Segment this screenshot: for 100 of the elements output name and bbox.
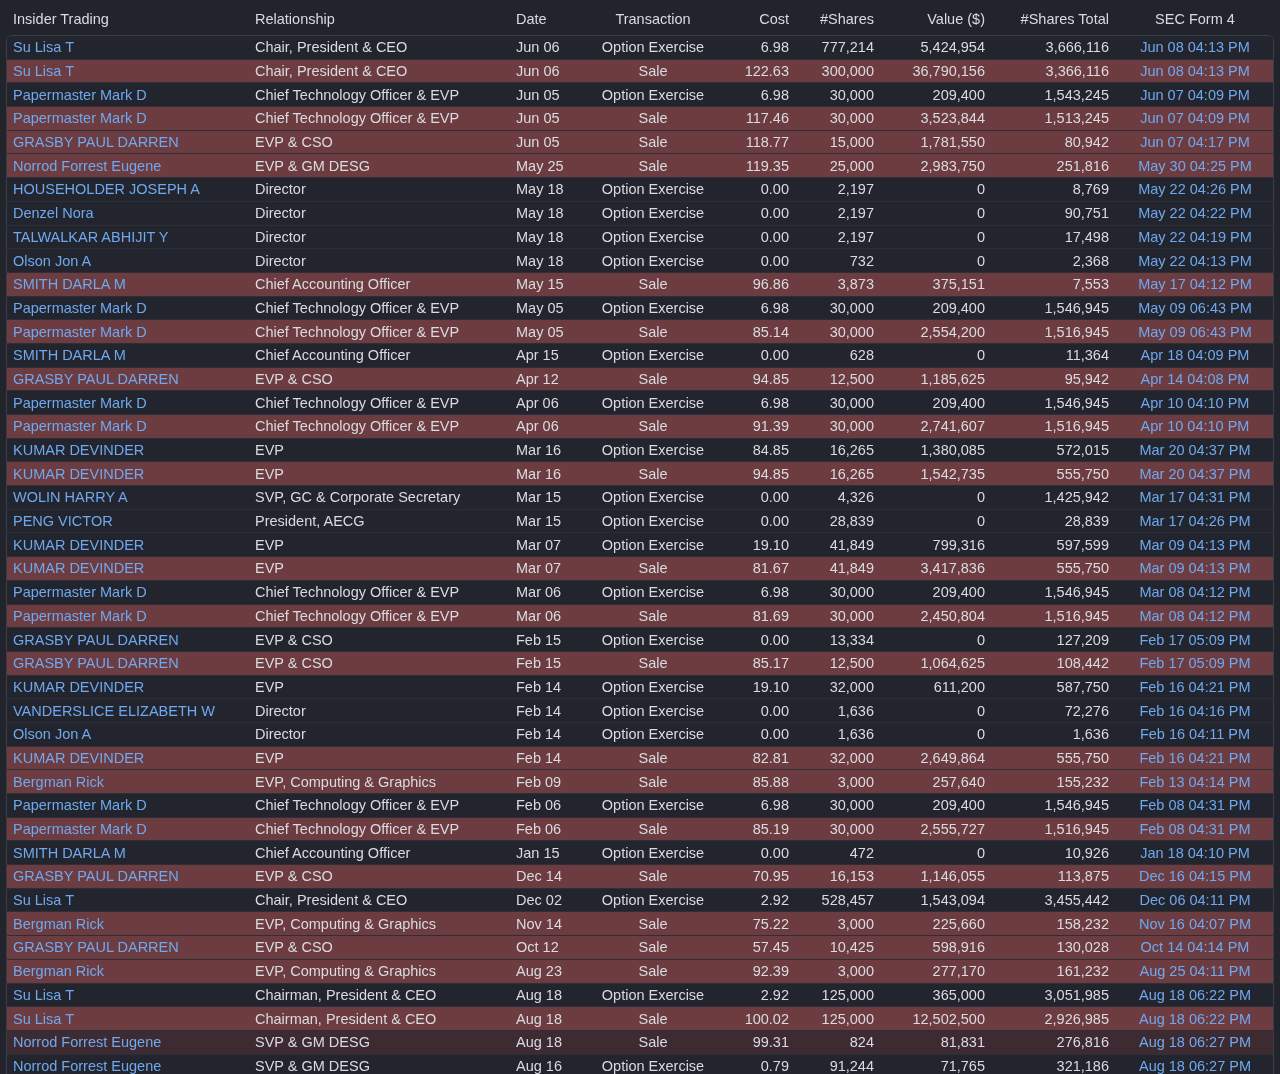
sec-form-link[interactable]: Feb 17 05:09 PM <box>1109 654 1267 673</box>
sec-form-link[interactable]: Dec 06 04:11 PM <box>1109 891 1267 910</box>
insider-link[interactable]: KUMAR DEVINDER <box>13 748 255 767</box>
insider-link[interactable]: GRASBY PAUL DARREN <box>13 133 255 152</box>
insider-link[interactable]: SMITH DARLA M <box>13 843 255 862</box>
date-cell-text: Jun 05 <box>516 109 561 128</box>
insider-link[interactable]: Papermaster Mark D <box>13 85 255 104</box>
insider-link[interactable]: Papermaster Mark D <box>13 322 255 341</box>
insider-link[interactable]: GRASBY PAUL DARREN <box>13 938 255 957</box>
insider-link[interactable]: Su Lisa T <box>13 62 255 81</box>
sec-form-link[interactable]: Apr 14 04:08 PM <box>1109 369 1267 388</box>
insider-link[interactable]: Norrod Forrest Eugene <box>13 1033 255 1052</box>
sec-form-link[interactable]: Feb 08 04:31 PM <box>1109 796 1267 815</box>
sec-form-link[interactable]: Aug 18 06:27 PM <box>1109 1033 1267 1052</box>
sec-form-link[interactable]: Jun 07 04:09 PM <box>1109 85 1267 104</box>
sec-form-link[interactable]: May 22 04:22 PM <box>1109 204 1267 223</box>
insider-link[interactable]: KUMAR DEVINDER <box>13 677 255 696</box>
sec-form-link[interactable]: Mar 09 04:13 PM <box>1109 535 1267 554</box>
sec-form-link[interactable]: Feb 16 04:11 PM <box>1109 725 1267 744</box>
insider-link[interactable]: WOLIN HARRY A <box>13 488 255 507</box>
shares-total-cell-text: 2,368 <box>1071 251 1109 270</box>
date-cell-text: May 15 <box>516 275 565 294</box>
insider-link[interactable]: SMITH DARLA M <box>13 275 255 294</box>
sec-form-link[interactable]: Mar 17 04:26 PM <box>1109 512 1267 531</box>
insider-link[interactable]: KUMAR DEVINDER <box>13 559 255 578</box>
sec-form-link[interactable]: Apr 18 04:09 PM <box>1109 346 1267 365</box>
sec-form-link[interactable]: Mar 09 04:13 PM <box>1109 559 1267 578</box>
insider-link[interactable]: GRASBY PAUL DARREN <box>13 867 255 886</box>
insider-link[interactable]: Norrod Forrest Eugene <box>13 156 255 175</box>
insider-link[interactable]: SMITH DARLA M <box>13 346 255 365</box>
sec-form-link[interactable]: May 09 06:43 PM <box>1109 298 1267 317</box>
insider-link[interactable]: Su Lisa T <box>13 1009 255 1028</box>
shares-total-cell-text: 95,942 <box>1063 369 1109 388</box>
sec-form-link[interactable]: May 22 04:13 PM <box>1109 251 1267 270</box>
sec-form-link[interactable]: May 17 04:12 PM <box>1109 275 1267 294</box>
sec-form-link[interactable]: Jan 18 04:10 PM <box>1109 843 1267 862</box>
date-cell-text: Aug 18 <box>516 1033 563 1052</box>
insider-link[interactable]: Papermaster Mark D <box>13 109 255 128</box>
sec-form-link[interactable]: Feb 16 04:21 PM <box>1109 748 1267 767</box>
insider-link[interactable]: TALWALKAR ABHIJIT Y <box>13 227 255 246</box>
sec-form-link[interactable]: Feb 16 04:21 PM <box>1109 677 1267 696</box>
insider-link[interactable]: Papermaster Mark D <box>13 417 255 436</box>
insider-link[interactable]: Olson Jon A <box>13 251 255 270</box>
insider-link[interactable]: Denzel Nora <box>13 204 255 223</box>
sec-form-link[interactable]: Nov 16 04:07 PM <box>1109 914 1267 933</box>
insider-link[interactable]: Papermaster Mark D <box>13 583 255 602</box>
insider-link[interactable]: PENG VICTOR <box>13 512 255 531</box>
sec-form-link[interactable]: Apr 10 04:10 PM <box>1109 393 1267 412</box>
value-cell-text: 1,185,625 <box>919 369 985 388</box>
sec-form-link[interactable]: Mar 17 04:31 PM <box>1109 488 1267 507</box>
insider-link[interactable]: Bergman Rick <box>13 962 255 981</box>
insider-link[interactable]: Bergman Rick <box>13 772 255 791</box>
sec-form-link[interactable]: Feb 13 04:14 PM <box>1109 772 1267 791</box>
insider-link[interactable]: Papermaster Mark D <box>13 606 255 625</box>
sec-form-link[interactable]: Mar 08 04:12 PM <box>1109 583 1267 602</box>
sec-form-link[interactable]: Jun 08 04:13 PM <box>1109 62 1267 81</box>
value-cell-text: 0 <box>975 630 985 649</box>
insider-link[interactable]: Bergman Rick <box>13 914 255 933</box>
insider-link[interactable]: GRASBY PAUL DARREN <box>13 654 255 673</box>
sec-form-link[interactable]: Oct 14 04:14 PM <box>1109 938 1267 957</box>
insider-link[interactable]: GRASBY PAUL DARREN <box>13 630 255 649</box>
sec-form-link[interactable]: Jun 07 04:17 PM <box>1109 133 1267 152</box>
sec-form-link[interactable]: Aug 18 06:22 PM <box>1109 985 1267 1004</box>
sec-form-link[interactable]: Mar 20 04:37 PM <box>1109 441 1267 460</box>
insider-link[interactable]: Papermaster Mark D <box>13 393 255 412</box>
value-cell-text: 0 <box>975 512 985 531</box>
relationship-cell-text: EVP <box>255 559 285 578</box>
sec-form-link[interactable]: Aug 18 06:27 PM <box>1109 1056 1267 1074</box>
sec-form-link[interactable]: May 22 04:26 PM <box>1109 180 1267 199</box>
insider-link[interactable]: HOUSEHOLDER JOSEPH A <box>13 180 255 199</box>
insider-link[interactable]: KUMAR DEVINDER <box>13 441 255 460</box>
insider-link[interactable]: VANDERSLICE ELIZABETH W <box>13 701 255 720</box>
sec-form-link[interactable]: May 09 06:43 PM <box>1109 322 1267 341</box>
sec-form-link[interactable]: Mar 08 04:12 PM <box>1109 606 1267 625</box>
sec-form-link[interactable]: Aug 25 04:11 PM <box>1109 962 1267 981</box>
insider-link[interactable]: Norrod Forrest Eugene <box>13 1056 255 1074</box>
insider-link[interactable]: Papermaster Mark D <box>13 298 255 317</box>
sec-form-link[interactable]: Jun 08 04:13 PM <box>1109 38 1267 57</box>
insider-link[interactable]: Su Lisa T <box>13 38 255 57</box>
sec-form-link[interactable]: Dec 16 04:15 PM <box>1109 867 1267 886</box>
sec-form-link[interactable]: May 22 04:19 PM <box>1109 227 1267 246</box>
insider-link[interactable]: KUMAR DEVINDER <box>13 464 255 483</box>
sec-form-link[interactable]: Jun 07 04:09 PM <box>1109 109 1267 128</box>
sec-form-link[interactable]: Aug 18 06:22 PM <box>1109 1009 1267 1028</box>
sec-form-link[interactable]: Feb 16 04:16 PM <box>1109 701 1267 720</box>
insider-link[interactable]: Su Lisa T <box>13 891 255 910</box>
sec-form-link[interactable]: Feb 17 05:09 PM <box>1109 630 1267 649</box>
insider-link[interactable]: Olson Jon A <box>13 725 255 744</box>
shares-total-cell-text: 1,546,945 <box>1043 393 1109 412</box>
insider-link[interactable]: Su Lisa T <box>13 985 255 1004</box>
transaction-cell-text: Option Exercise <box>600 180 706 199</box>
insider-link[interactable]: GRASBY PAUL DARREN <box>13 369 255 388</box>
insider-link[interactable]: KUMAR DEVINDER <box>13 535 255 554</box>
sec-form-link[interactable]: Mar 20 04:37 PM <box>1109 464 1267 483</box>
sec-form-link[interactable]: Feb 08 04:31 PM <box>1109 820 1267 839</box>
sec-form-link[interactable]: May 30 04:25 PM <box>1109 156 1267 175</box>
insider-link[interactable]: Papermaster Mark D <box>13 796 255 815</box>
sec-form-link[interactable]: Apr 10 04:10 PM <box>1109 417 1267 436</box>
shares-total-cell-text: 321,186 <box>1055 1056 1109 1074</box>
insider-link[interactable]: Papermaster Mark D <box>13 820 255 839</box>
